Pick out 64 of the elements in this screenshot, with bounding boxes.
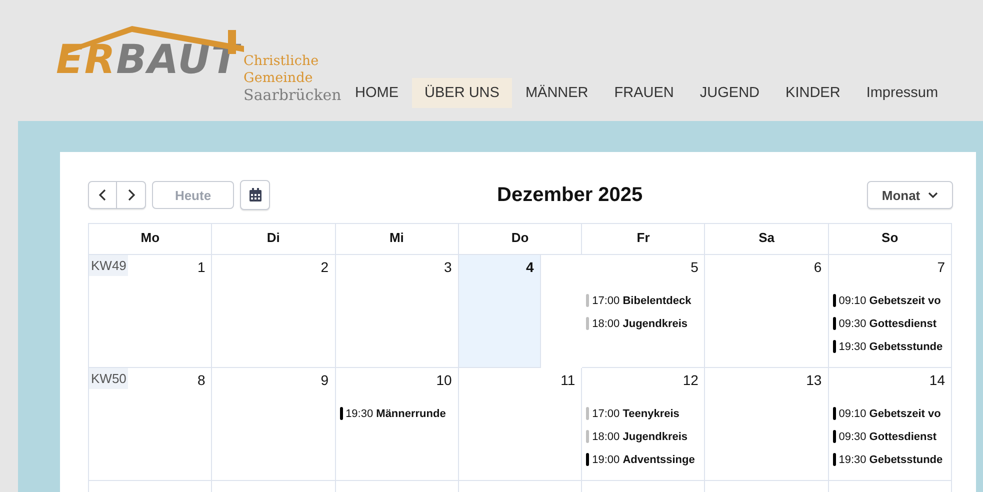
calendar-event[interactable]: 19:30 Gebetsstunde xyxy=(832,448,947,471)
weekday-header: Mi xyxy=(336,224,459,255)
event-label: 09:30 Gottesdienst xyxy=(838,430,937,442)
event-label: 19:30 Gebetsstunde xyxy=(838,454,943,466)
calendar-event[interactable]: 17:00 Bibelentdeck xyxy=(586,289,700,312)
nav-link[interactable]: MÄNNER xyxy=(512,78,602,108)
nav-link[interactable]: ÜBER UNS xyxy=(412,78,512,108)
event-label: 19:00 Adventssinge xyxy=(592,454,695,466)
event-label: 19:30 Männerrunde xyxy=(346,408,446,420)
event-label: 09:10 Gebetszeit vo xyxy=(838,408,941,420)
calendar-event[interactable]: 18:00 Jugendkreis xyxy=(586,425,700,448)
day-number: 3 xyxy=(444,259,453,275)
day-number: 5 xyxy=(690,259,700,275)
day-number: 1 xyxy=(197,259,206,275)
nav-link[interactable]: Impressum xyxy=(853,78,952,108)
event-label: 09:10 Gebetszeit vo xyxy=(838,294,941,306)
calendar-event[interactable]: 19:30 Gebetsstunde xyxy=(832,335,947,358)
nav-link[interactable]: JUGEND xyxy=(686,78,773,108)
calendar-event[interactable]: 09:10 Gebetszeit vo xyxy=(832,402,947,425)
nav-link[interactable]: HOME xyxy=(342,78,412,108)
day-number: 10 xyxy=(436,372,453,388)
day-number: 14 xyxy=(929,372,946,388)
chevron-right-icon xyxy=(126,189,136,201)
calendar-event[interactable]: 18:00 Jugendkreis xyxy=(586,312,700,335)
weekday-header: So xyxy=(828,224,952,255)
day-number: 6 xyxy=(814,259,823,275)
chevron-down-icon xyxy=(928,192,938,198)
day-number: 13 xyxy=(806,372,823,388)
nav-link[interactable]: FRAUEN xyxy=(601,78,687,108)
logo-tagline: Saarbrücken xyxy=(244,87,342,104)
week-number: KW50 xyxy=(89,368,128,389)
event-label: 18:00 Jugendkreis xyxy=(592,430,688,442)
event-label: 17:00 Bibelentdeck xyxy=(592,294,692,306)
logo-tagline: Christliche xyxy=(244,53,320,70)
weekday-header: Sa xyxy=(705,224,829,255)
next-button[interactable] xyxy=(117,181,146,209)
calendar-event[interactable]: 09:10 Gebetszeit vo xyxy=(832,289,947,312)
day-number: 7 xyxy=(937,259,946,275)
logo-tagline: Gemeinde xyxy=(244,70,314,87)
day-number: 4 xyxy=(526,259,535,275)
week-number: KW49 xyxy=(89,255,128,276)
day-number: 11 xyxy=(560,372,576,388)
calendar-title: Dezember 2025 xyxy=(497,184,643,206)
weekday-header: Fr xyxy=(582,224,706,255)
day-number: 2 xyxy=(320,259,330,275)
event-label: 09:30 Gottesdienst xyxy=(838,318,937,330)
calendar-icon xyxy=(248,188,262,202)
weekday-header: Di xyxy=(212,224,336,255)
calendar-event[interactable]: 19:30 Männerrunde xyxy=(340,402,454,425)
chevron-left-icon xyxy=(98,189,108,201)
day-number: 9 xyxy=(320,372,330,388)
nav-link[interactable]: KINDER xyxy=(772,78,854,108)
calendar-event[interactable]: 19:00 Adventssinge xyxy=(586,448,700,471)
day-number: 12 xyxy=(682,372,700,388)
previous-button[interactable] xyxy=(88,181,117,209)
calendar-picker-button[interactable] xyxy=(240,180,270,210)
calendar-event[interactable]: 09:30 Gottesdienst xyxy=(832,425,947,448)
calendar-event[interactable]: 09:30 Gottesdienst xyxy=(832,312,947,335)
event-label: 18:00 Jugendkreis xyxy=(592,318,688,330)
day-number: 8 xyxy=(197,372,206,388)
event-label: 17:00 Teenykreis xyxy=(592,408,680,420)
event-label: 19:30 Gebetsstunde xyxy=(838,340,943,352)
calendar-event[interactable]: 17:00 Teenykreis xyxy=(586,402,700,425)
view-dropdown[interactable]: Monat xyxy=(867,181,953,209)
